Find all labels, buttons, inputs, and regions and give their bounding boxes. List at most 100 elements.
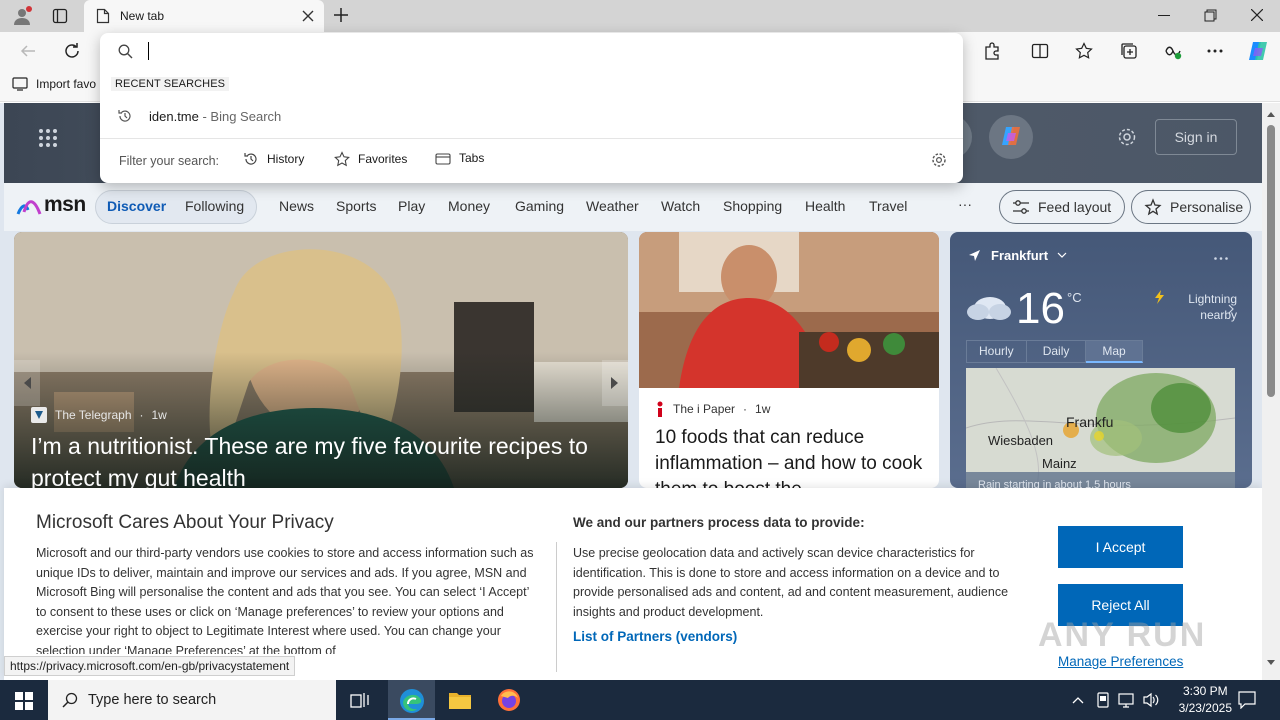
map-label-wiesbaden: Wiesbaden bbox=[988, 433, 1054, 448]
scroll-thumb[interactable] bbox=[1267, 125, 1275, 397]
restore-icon[interactable] bbox=[1204, 9, 1217, 22]
edge-icon bbox=[399, 688, 425, 714]
import-favorites-item[interactable]: Import favo bbox=[12, 77, 96, 91]
weather-alert[interactable]: Lightning nearby bbox=[1160, 291, 1237, 323]
nav-item-money[interactable]: Money bbox=[448, 198, 490, 214]
carousel-prev-button[interactable] bbox=[14, 360, 40, 406]
tab-hourly[interactable]: Hourly bbox=[966, 340, 1027, 363]
tab-new-tab[interactable]: New tab bbox=[84, 0, 324, 32]
feed-layout-button[interactable]: Feed layout bbox=[999, 190, 1125, 224]
suggestion-source: - Bing Search bbox=[198, 109, 282, 124]
tab-following[interactable]: Following bbox=[185, 198, 244, 214]
file-explorer-icon[interactable] bbox=[448, 690, 472, 710]
tab-discover[interactable]: Discover bbox=[107, 198, 166, 214]
back-icon[interactable] bbox=[20, 43, 36, 59]
personalise-button[interactable]: Personalise bbox=[1131, 190, 1251, 224]
filter-history-label: History bbox=[267, 152, 305, 166]
nav-item-health[interactable]: Health bbox=[805, 198, 845, 214]
suggestion-text: iden.tme - Bing Search bbox=[149, 109, 281, 124]
new-tab-button[interactable] bbox=[332, 6, 350, 24]
taskbar-clock[interactable]: 3:30 PM 3/23/2025 bbox=[1179, 683, 1232, 717]
weather-card[interactable]: Frankfurt 16 °C Lightning nearby Hourly … bbox=[950, 232, 1252, 488]
minimize-icon[interactable] bbox=[1158, 15, 1170, 17]
nav-news-label: News bbox=[279, 198, 315, 214]
start-windows-icon[interactable] bbox=[15, 692, 33, 710]
tab-map[interactable]: Map bbox=[1086, 340, 1143, 363]
manage-preferences-link[interactable]: Manage Preferences bbox=[1058, 654, 1183, 669]
search-settings-icon[interactable] bbox=[931, 152, 947, 168]
nav-more-button[interactable]: ··· bbox=[958, 196, 972, 212]
filter-favorites[interactable]: Favorites bbox=[334, 151, 407, 167]
filter-history[interactable]: History bbox=[243, 151, 304, 167]
collections-icon[interactable] bbox=[1120, 42, 1138, 60]
copilot-icon[interactable] bbox=[1246, 40, 1270, 62]
tabs-icon bbox=[435, 151, 451, 165]
copilot-button[interactable] bbox=[989, 115, 1033, 159]
weather-city[interactable]: Frankfurt bbox=[991, 248, 1048, 263]
nav-item-play[interactable]: Play bbox=[398, 198, 425, 214]
tab-actions-icon[interactable] bbox=[52, 8, 68, 24]
alert-line-1: Lightning bbox=[1188, 292, 1237, 306]
personalise-label: Personalise bbox=[1170, 199, 1244, 215]
taskbar-edge[interactable] bbox=[388, 680, 435, 720]
article-card[interactable]: The i Paper · 1w 10 foods that can reduc… bbox=[639, 232, 939, 488]
nav-item-watch[interactable]: Watch bbox=[661, 198, 700, 214]
accept-button[interactable]: I Accept bbox=[1058, 526, 1183, 568]
page-scrollbar[interactable] bbox=[1262, 103, 1280, 680]
map-label-mainz: Mainz bbox=[1042, 456, 1077, 471]
performance-icon[interactable] bbox=[1164, 42, 1182, 60]
nav-sports-label: Sports bbox=[336, 198, 377, 214]
sign-in-button[interactable]: Sign in bbox=[1155, 119, 1237, 155]
taskbar: Type here to search 3:30 PM 3/23/2025 bbox=[0, 680, 1280, 720]
volume-icon[interactable] bbox=[1142, 692, 1160, 708]
close-icon[interactable] bbox=[1251, 9, 1263, 21]
favorites-icon[interactable] bbox=[1075, 42, 1093, 60]
weather-map[interactable]: Frankfu Wiesbaden Mainz Rain starting in… bbox=[966, 368, 1235, 488]
nav-item-travel[interactable]: Travel bbox=[869, 198, 907, 214]
profile-icon[interactable] bbox=[12, 6, 32, 26]
article-source: The Telegraph · 1w bbox=[31, 407, 167, 423]
split-screen-icon[interactable] bbox=[1031, 42, 1049, 60]
chevron-right-icon[interactable] bbox=[1228, 304, 1234, 314]
firefox-icon[interactable] bbox=[497, 688, 521, 712]
tray-device-icon[interactable] bbox=[1096, 692, 1110, 708]
carousel-next-button[interactable] bbox=[602, 360, 628, 406]
chevron-down-icon[interactable] bbox=[1057, 252, 1067, 258]
alert-line-2: nearby bbox=[1200, 308, 1237, 322]
taskbar-search-box[interactable]: Type here to search bbox=[48, 680, 336, 720]
close-tab-icon[interactable] bbox=[302, 10, 314, 22]
map-label-frankfurt: Frankfu bbox=[1066, 414, 1114, 430]
refresh-icon[interactable] bbox=[63, 42, 81, 60]
extensions-icon[interactable] bbox=[983, 42, 1001, 60]
tab-daily[interactable]: Daily bbox=[1026, 340, 1087, 363]
scroll-down-icon[interactable] bbox=[1267, 660, 1275, 665]
more-options-icon[interactable] bbox=[1214, 257, 1228, 260]
scroll-up-icon[interactable] bbox=[1267, 112, 1275, 117]
network-icon[interactable] bbox=[1118, 692, 1136, 708]
import-icon bbox=[12, 77, 28, 91]
task-view-icon[interactable] bbox=[350, 691, 370, 709]
settings-more-icon[interactable] bbox=[1207, 49, 1223, 53]
nav-item-gaming[interactable]: Gaming bbox=[515, 198, 564, 214]
nav-item-sports[interactable]: Sports bbox=[336, 198, 376, 214]
address-input[interactable] bbox=[146, 41, 926, 63]
nav-item-weather[interactable]: Weather bbox=[586, 198, 639, 214]
filter-tabs[interactable]: Tabs bbox=[435, 151, 484, 165]
weather-tabs: Hourly Daily Map bbox=[966, 340, 1143, 363]
article-headline[interactable]: 10 foods that can reduce inflammation – … bbox=[655, 425, 925, 488]
hero-article-card[interactable]: The Telegraph · 1w I’m a nutritionist. T… bbox=[14, 232, 628, 488]
nav-item-news[interactable]: News bbox=[279, 198, 314, 214]
page-settings-icon[interactable] bbox=[1117, 127, 1137, 147]
ipaper-logo-icon bbox=[655, 401, 665, 417]
nav-item-shopping[interactable]: Shopping bbox=[723, 198, 782, 214]
notifications-icon[interactable] bbox=[1238, 691, 1256, 709]
filter-tabs-label: Tabs bbox=[459, 151, 485, 165]
msn-page: Sign in msn Discover Following News Spor… bbox=[0, 103, 1262, 680]
apps-grid-icon[interactable] bbox=[38, 128, 58, 148]
article-headline[interactable]: I’m a nutritionist. These are my five fa… bbox=[31, 430, 621, 488]
msn-logo[interactable]: msn bbox=[16, 193, 86, 217]
suggestion-row[interactable]: iden.tme - Bing Search bbox=[100, 101, 963, 131]
nav-money-label: Money bbox=[448, 198, 491, 214]
partners-link[interactable]: List of Partners (vendors) bbox=[573, 629, 737, 644]
tray-chevron-up-icon[interactable] bbox=[1072, 696, 1084, 704]
